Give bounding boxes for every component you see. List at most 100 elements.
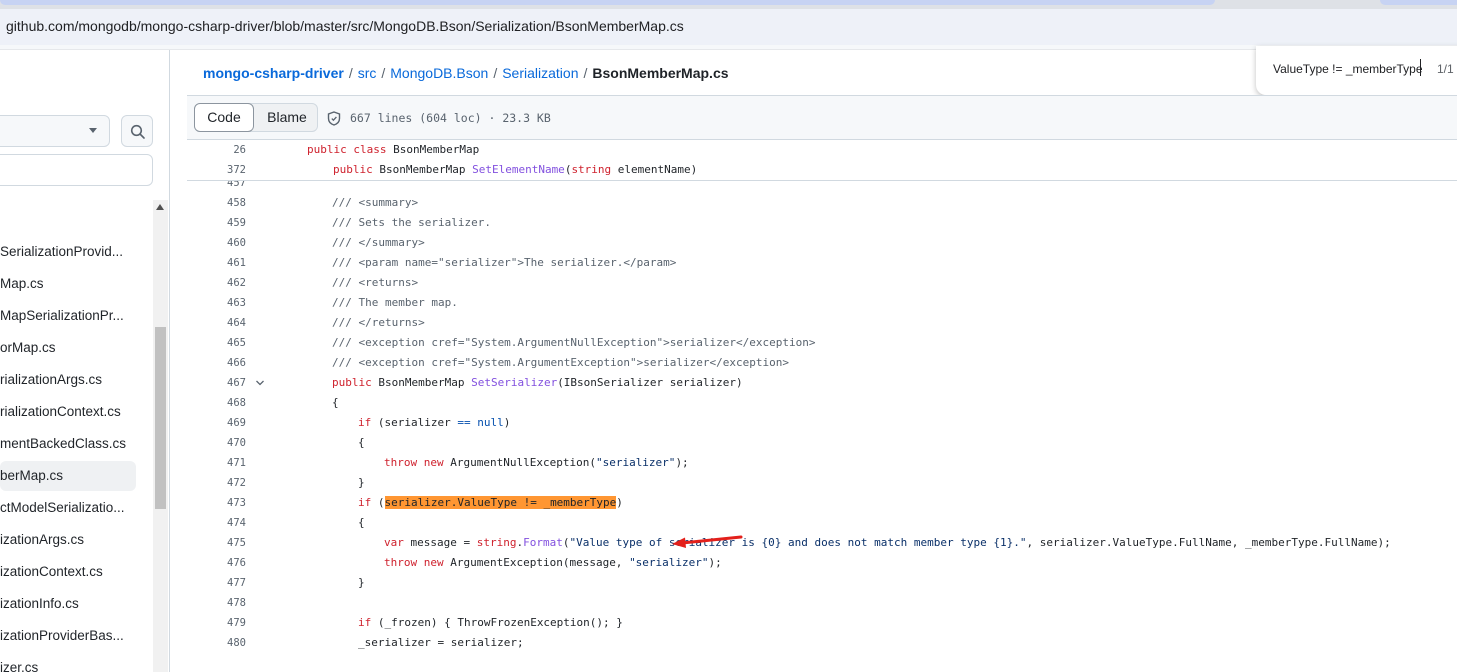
line-number[interactable]: 460: [187, 233, 246, 253]
line-number[interactable]: 459: [187, 213, 246, 233]
code-view-button[interactable]: Code: [194, 103, 254, 132]
file-tree-item-label: izationArgs.cs: [0, 532, 85, 547]
sticky-scope-line[interactable]: 372 public BsonMemberMap SetElementName(s…: [187, 160, 1457, 180]
line-number[interactable]: 474: [187, 513, 246, 533]
line-number[interactable]: 372: [187, 160, 246, 180]
code-line[interactable]: 467 public BsonMemberMap SetSerializer(IB…: [187, 373, 1457, 393]
browser-tab[interactable]: [0, 0, 1215, 5]
blame-view-button[interactable]: Blame: [256, 104, 318, 131]
file-tree-item-label: izationContext.cs: [0, 564, 103, 579]
breadcrumb-link-mongodb-bson[interactable]: MongoDB.Bson: [390, 65, 488, 81]
code-line[interactable]: 459 /// Sets the serializer.: [187, 213, 1457, 233]
line-number[interactable]: 470: [187, 433, 246, 453]
file-tree-item[interactable]: izationProviderBas...: [0, 621, 136, 651]
scroll-up-arrow-icon[interactable]: [156, 204, 164, 210]
file-tree-item[interactable]: rializationArgs.cs: [0, 365, 136, 395]
line-number[interactable]: 478: [187, 593, 246, 613]
code-line[interactable]: 461 /// <param name="serializer">The seri…: [187, 253, 1457, 273]
file-tree-item[interactable]: Map.cs: [0, 269, 136, 299]
file-tree-item-label: berMap.cs: [0, 468, 64, 483]
find-in-page-bar: ValueType != _memberType 1/1: [1256, 46, 1457, 95]
line-number[interactable]: 465: [187, 333, 246, 353]
search-button[interactable]: [121, 115, 153, 147]
file-tree-item[interactable]: izationInfo.cs: [0, 589, 136, 619]
sticky-scope-line[interactable]: 26 public class BsonMemberMap: [187, 141, 1457, 160]
line-number[interactable]: 462: [187, 273, 246, 293]
line-number[interactable]: 466: [187, 353, 246, 373]
code-line[interactable]: 469 if (serializer == null): [187, 413, 1457, 433]
file-tree-item-label: rializationArgs.cs: [0, 372, 103, 387]
code-line[interactable]: 460 /// </summary>: [187, 233, 1457, 253]
file-tree-sidebar: SerializationProvid... Map.cs MapSerializa…: [0, 50, 170, 672]
breadcrumb-current-file: BsonMemberMap.cs: [592, 65, 729, 81]
line-number[interactable]: 467: [187, 373, 246, 393]
line-number[interactable]: 472: [187, 473, 246, 493]
code-line[interactable]: 476 throw new ArgumentException(message, …: [187, 553, 1457, 573]
line-number[interactable]: 476: [187, 553, 246, 573]
file-tree-item[interactable]: rializationContext.cs: [0, 397, 136, 427]
file-tree-item-label: rializationContext.cs: [0, 404, 121, 419]
code-line[interactable]: 464 /// </returns>: [187, 313, 1457, 333]
file-tree-item[interactable]: orMap.cs: [0, 333, 136, 363]
file-tree-item[interactable]: mentBackedClass.cs: [0, 429, 136, 459]
file-tree-item-label: orMap.cs: [0, 340, 56, 355]
browser-tab-right[interactable]: [1380, 0, 1457, 5]
code-line[interactable]: 468 {: [187, 393, 1457, 413]
code-line[interactable]: 479 if (_frozen) { ThrowFrozenException()…: [187, 613, 1457, 633]
chevron-down-icon: [89, 128, 97, 133]
code-line[interactable]: 466 /// <exception cref="System.ArgumentE…: [187, 353, 1457, 373]
line-number[interactable]: 469: [187, 413, 246, 433]
file-tree-item[interactable]: SerializationProvid...: [0, 237, 136, 267]
red-arrow-annotation: [672, 535, 743, 548]
code-line[interactable]: 474 {: [187, 513, 1457, 533]
file-tree-item[interactable]: berMap.cs: [0, 461, 136, 491]
code-line[interactable]: 478: [187, 593, 1457, 613]
code-line[interactable]: 477}: [187, 573, 1457, 593]
line-number[interactable]: 464: [187, 313, 246, 333]
address-bar[interactable]: github.com/mongodb/mongo-csharp-driver/b…: [0, 9, 1457, 45]
line-number[interactable]: 477: [187, 573, 246, 593]
code-line[interactable]: 458 /// <summary>: [187, 193, 1457, 213]
branch-selector[interactable]: [0, 115, 110, 147]
line-number[interactable]: 468: [187, 393, 246, 413]
code-line[interactable]: 462 /// <returns>: [187, 273, 1457, 293]
code-line[interactable]: 465 /// <exception cref="System.ArgumentN…: [187, 333, 1457, 353]
code-text: /// <returns>: [332, 276, 419, 289]
url-text[interactable]: github.com/mongodb/mongo-csharp-driver/b…: [6, 18, 684, 34]
line-number[interactable]: 471: [187, 453, 246, 473]
code-viewer[interactable]: 26 public class BsonMemberMap 372 public Bs…: [187, 141, 1457, 672]
code-line[interactable]: 475 var message = string.Format("Value ty…: [187, 533, 1457, 553]
breadcrumb-repo-link[interactable]: mongo-csharp-driver: [203, 65, 344, 81]
sticky-scope-header: 26 public class BsonMemberMap 372 public Bs…: [187, 141, 1457, 181]
code-line[interactable]: 471 throw new ArgumentNullException("seri…: [187, 453, 1457, 473]
file-filter-input[interactable]: [0, 154, 153, 186]
breadcrumb-link-src[interactable]: src: [358, 65, 377, 81]
breadcrumb-link-serialization[interactable]: Serialization: [502, 65, 578, 81]
line-number[interactable]: 473: [187, 493, 246, 513]
line-number[interactable]: 463: [187, 293, 246, 313]
code-text: /// <exception cref="System.ArgumentExce…: [332, 356, 789, 369]
line-number[interactable]: 479: [187, 613, 246, 633]
file-tree-item[interactable]: izationContext.cs: [0, 557, 136, 587]
file-tree-item-label: mentBackedClass.cs: [0, 436, 127, 451]
code-line[interactable]: 472}: [187, 473, 1457, 493]
tree-scroll-thumb[interactable]: [155, 327, 166, 509]
code-line[interactable]: 470 {: [187, 433, 1457, 453]
code-line[interactable]: 473 if (serializer.ValueType != _memberTy…: [187, 493, 1457, 513]
line-number[interactable]: 26: [187, 141, 246, 160]
browser-tab-strip: [0, 0, 1457, 9]
file-tree-item[interactable]: MapSerializationPr...: [0, 301, 136, 331]
code-line[interactable]: 463 /// The member map.: [187, 293, 1457, 313]
line-number[interactable]: 458: [187, 193, 246, 213]
code-text: throw new ArgumentNullException("seriali…: [384, 456, 689, 469]
code-text: }: [358, 576, 365, 589]
shield-icon[interactable]: [327, 111, 341, 126]
find-input[interactable]: ValueType != _memberType: [1273, 62, 1423, 76]
line-number[interactable]: 461: [187, 253, 246, 273]
line-number[interactable]: 475: [187, 533, 246, 553]
line-number[interactable]: 480: [187, 633, 246, 653]
code-line[interactable]: 480 _serializer = serializer;: [187, 633, 1457, 653]
file-tree-item[interactable]: izationArgs.cs: [0, 525, 136, 555]
file-tree-item[interactable]: ctModelSerializatio...: [0, 493, 136, 523]
file-tree-item[interactable]: izer.cs: [0, 653, 136, 672]
